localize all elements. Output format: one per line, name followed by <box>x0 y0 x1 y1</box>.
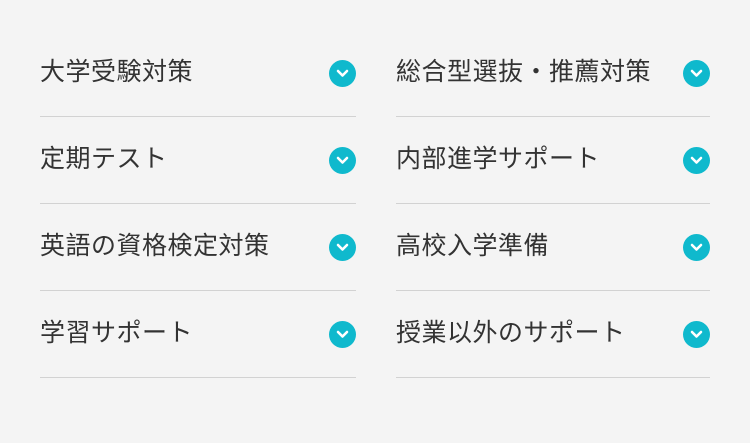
menu-item-label: 大学受験対策 <box>40 56 194 86</box>
chevron-down-icon[interactable] <box>683 320 710 348</box>
chevron-down-icon[interactable] <box>683 233 710 261</box>
chevron-down-icon[interactable] <box>329 59 356 87</box>
menu-item-label: 高校入学準備 <box>396 230 550 260</box>
menu-item-label: 授業以外のサポート <box>396 317 626 347</box>
chevron-down-icon[interactable] <box>683 146 710 174</box>
menu-item-english-certification[interactable]: 英語の資格検定対策 <box>40 204 356 291</box>
menu-item-label: 学習サポート <box>40 317 194 347</box>
menu-item-high-school-prep[interactable]: 高校入学準備 <box>396 204 710 291</box>
chevron-down-icon[interactable] <box>329 320 356 348</box>
menu-item-university-exam[interactable]: 大学受験対策 <box>40 30 356 117</box>
menu-item-regular-tests[interactable]: 定期テスト <box>40 117 356 204</box>
chevron-down-icon[interactable] <box>329 233 356 261</box>
menu-item-label: 内部進学サポート <box>396 143 601 173</box>
chevron-down-icon[interactable] <box>683 59 710 87</box>
menu-item-internal-promotion[interactable]: 内部進学サポート <box>396 117 710 204</box>
chevron-down-icon[interactable] <box>329 146 356 174</box>
menu-item-label: 英語の資格検定対策 <box>40 230 270 260</box>
menu-item-comprehensive-selection[interactable]: 総合型選抜・推薦対策 <box>396 30 710 117</box>
menu-item-study-support[interactable]: 学習サポート <box>40 291 356 378</box>
menu-item-label: 総合型選抜・推薦対策 <box>396 56 652 86</box>
menu-item-non-class-support[interactable]: 授業以外のサポート <box>396 291 710 378</box>
support-menu-grid: 大学受験対策 総合型選抜・推薦対策 定期テスト 内部進学サポート 英語の資格検定… <box>40 30 710 378</box>
menu-item-label: 定期テスト <box>40 143 168 173</box>
